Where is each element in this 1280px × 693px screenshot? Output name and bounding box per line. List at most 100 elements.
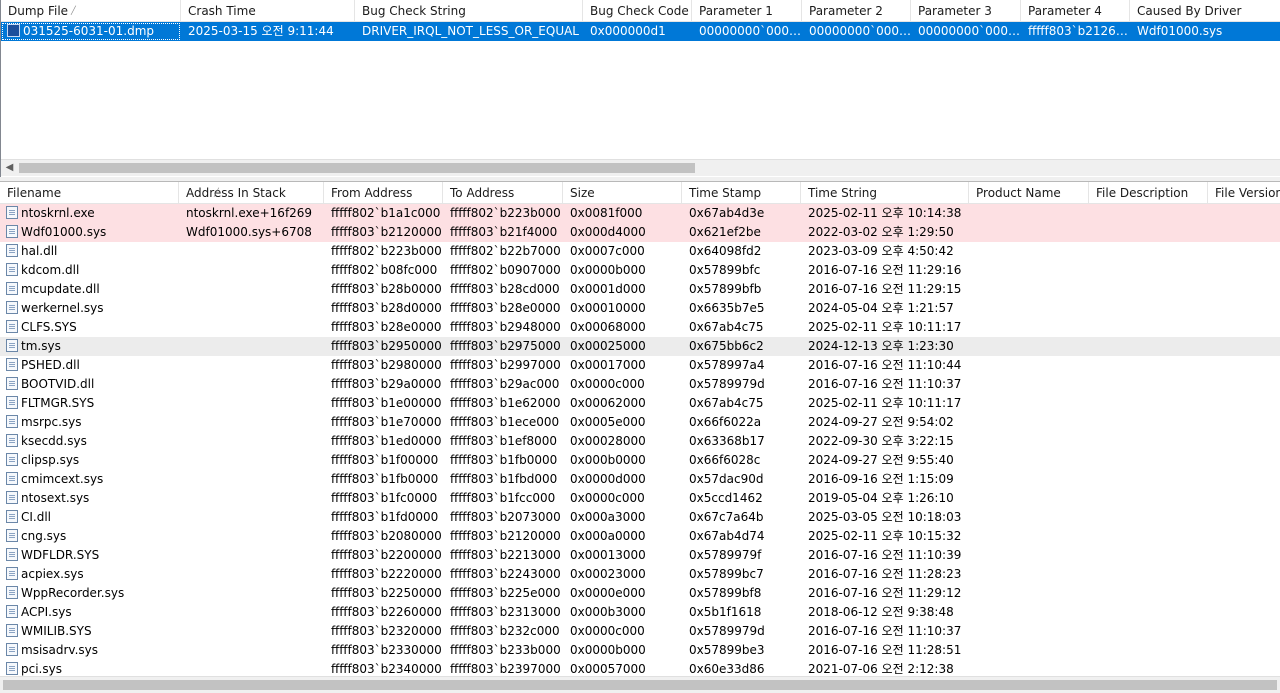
module-file-icon — [6, 586, 18, 599]
top-col-bug-check-string[interactable]: Bug Check String — [355, 0, 583, 22]
dump-list-hscrollbar[interactable]: ◀ — [1, 159, 1280, 176]
module-file-icon — [6, 339, 18, 352]
cell-text: fffff803`b28cd000 — [450, 282, 560, 296]
cell-text: 2025-03-05 오전 10:18:03 — [808, 510, 962, 524]
bottom-table-row[interactable]: clipsp.sys fffff803`b1f00000 fffff803`b1fb… — [0, 451, 1280, 470]
cell-text: fffff803`b2320000 — [331, 624, 442, 638]
bottom-col-filename[interactable]: Filename — [0, 182, 179, 204]
cell-text: fffff803`b1fb0000 — [331, 472, 439, 486]
cell-time-stamp: 0x57899bf8 — [682, 584, 801, 603]
scroll-left-arrow-icon[interactable]: ◀ — [1, 160, 18, 176]
dump-list-scroll-thumb[interactable] — [19, 163, 695, 173]
cell-text: fffff803`b2120000 — [450, 529, 561, 543]
bottom-table-row[interactable]: WppRecorder.sys fffff803`b2250000 fffff803… — [0, 584, 1280, 603]
bottom-table-row[interactable]: ntoskrnl.exe ntoskrnl.exe+16f269 fffff802`… — [0, 204, 1280, 223]
cell-address-in-stack — [179, 470, 324, 489]
cell-filename: Wdf01000.sys — [0, 223, 179, 242]
cell-text: ntosext.sys — [21, 491, 90, 505]
bottom-col-size[interactable]: Size — [563, 182, 682, 204]
bottom-table-row[interactable]: CI.dll fffff803`b1fd0000 fffff803`b2073000… — [0, 508, 1280, 527]
bottom-table-row[interactable]: kdcom.dll fffff802`b08fc000 fffff802`b0907… — [0, 261, 1280, 280]
cell-text: 0x000b3000 — [570, 605, 646, 619]
bottom-table-row[interactable]: ACPI.sys fffff803`b2260000 fffff803`b23130… — [0, 603, 1280, 622]
top-col-dump-file[interactable]: Dump File ╱ — [1, 0, 181, 22]
cell-text: 0x000a0000 — [570, 529, 646, 543]
bottom-table-row[interactable]: tm.sys fffff803`b2950000 fffff803`b2975000… — [0, 337, 1280, 356]
bottom-col-product-name[interactable]: Product Name — [969, 182, 1089, 204]
cell-file-description — [1089, 451, 1208, 470]
bottom-table-row[interactable]: acpiex.sys fffff803`b2220000 fffff803`b224… — [0, 565, 1280, 584]
bottom-col-file-version[interactable]: File Version — [1208, 182, 1280, 204]
cell-text: 2025-02-11 오후 10:15:32 — [808, 529, 962, 543]
top-col-parameter-2[interactable]: Parameter 2 — [802, 0, 911, 22]
bottom-col-time-stamp[interactable]: Time Stamp — [682, 182, 801, 204]
cell-caused-by-driver: Wdf01000.sys — [1130, 22, 1280, 41]
module-file-icon — [6, 529, 18, 542]
bottom-table-row[interactable]: WMILIB.SYS fffff803`b2320000 fffff803`b232… — [0, 622, 1280, 641]
bottom-col-address-in-stack[interactable]: Address In Stack ╱ — [179, 182, 324, 204]
bottom-table-row[interactable]: cng.sys fffff803`b2080000 fffff803`b212000… — [0, 527, 1280, 546]
cell-text: 2023-03-09 오후 4:50:42 — [808, 244, 954, 258]
bottom-table-row[interactable]: WDFLDR.SYS fffff803`b2200000 fffff803`b221… — [0, 546, 1280, 565]
bottom-table-row[interactable]: msisadrv.sys fffff803`b2330000 fffff803`b2… — [0, 641, 1280, 660]
cell-time-stamp: 0x67ab4c75 — [682, 394, 801, 413]
cell-address-in-stack — [179, 546, 324, 565]
top-col-parameter-1[interactable]: Parameter 1 — [692, 0, 802, 22]
cell-text: 0x0000b000 — [570, 643, 646, 657]
top-col-caused-by-driver[interactable]: Caused By Driver — [1130, 0, 1280, 22]
bottom-table-row[interactable]: ksecdd.sys fffff803`b1ed0000 fffff803`b1ef… — [0, 432, 1280, 451]
cell-text: 0x000000d1 — [590, 24, 666, 38]
cell-from-address: fffff803`b2220000 — [324, 565, 443, 584]
bottom-col-from-address[interactable]: From Address — [324, 182, 443, 204]
cell-time-stamp: 0x64098fd2 — [682, 242, 801, 261]
cell-to-address: fffff803`b2120000 — [443, 527, 563, 546]
bottom-table-row[interactable]: werkernel.sys fffff803`b28d0000 fffff803`b… — [0, 299, 1280, 318]
cell-text: fffff803`b2120000 — [331, 225, 442, 239]
top-col-parameter-3[interactable]: Parameter 3 — [911, 0, 1021, 22]
module-file-icon — [6, 548, 18, 561]
module-list-scroll-thumb[interactable] — [3, 680, 1277, 690]
cell-time-string: 2024-09-27 오전 9:55:40 — [801, 451, 969, 470]
bottom-col-time-string[interactable]: Time String — [801, 182, 969, 204]
cell-file-version — [1208, 470, 1280, 489]
cell-from-address: fffff803`b28d0000 — [324, 299, 443, 318]
bottom-col-to-address[interactable]: To Address — [443, 182, 563, 204]
bottom-table-row[interactable]: PSHED.dll fffff803`b2980000 fffff803`b2997… — [0, 356, 1280, 375]
bottom-table-row[interactable]: CLFS.SYS fffff803`b28e0000 fffff803`b29480… — [0, 318, 1280, 337]
cell-text: werkernel.sys — [21, 301, 104, 315]
bottom-table-row[interactable]: mcupdate.dll fffff803`b28b0000 fffff803`b2… — [0, 280, 1280, 299]
cell-from-address: fffff802`b08fc000 — [324, 261, 443, 280]
bottom-table-row[interactable]: cmimcext.sys fffff803`b1fb0000 fffff803`b1… — [0, 470, 1280, 489]
cell-product-name — [969, 394, 1089, 413]
bottom-table-row[interactable]: FLTMGR.SYS fffff803`b1e00000 fffff803`b1e6… — [0, 394, 1280, 413]
cell-text: fffff802`b0907000 — [450, 263, 561, 277]
bottom-table-row[interactable]: msrpc.sys fffff803`b1e70000 fffff803`b1ece… — [0, 413, 1280, 432]
cell-from-address: fffff803`b2120000 — [324, 223, 443, 242]
bottom-table-row[interactable]: Wdf01000.sys Wdf01000.sys+6708 fffff803`b2… — [0, 223, 1280, 242]
cell-text: fffff803`b2997000 — [450, 358, 561, 372]
module-list-hscrollbar[interactable] — [0, 676, 1280, 693]
top-col-bug-check-code[interactable]: Bug Check Code — [583, 0, 692, 22]
cell-from-address: fffff803`b1e70000 — [324, 413, 443, 432]
cell-text: 0x000b0000 — [570, 453, 646, 467]
top-col-crash-time[interactable]: Crash Time — [181, 0, 355, 22]
cell-size: 0x000b0000 — [563, 451, 682, 470]
column-label: Time String — [808, 186, 877, 200]
cell-text: acpiex.sys — [21, 567, 84, 581]
cell-to-address: fffff803`b1fbd000 — [443, 470, 563, 489]
cell-parameter-3: 00000000`0000... — [911, 22, 1021, 41]
cell-text: fffff803`b2950000 — [331, 339, 442, 353]
top-col-parameter-4[interactable]: Parameter 4 — [1021, 0, 1130, 22]
cell-filename: cng.sys — [0, 527, 179, 546]
cell-time-stamp: 0x63368b17 — [682, 432, 801, 451]
bottom-col-file-description[interactable]: File Description — [1089, 182, 1208, 204]
cell-from-address: fffff803`b1e00000 — [324, 394, 443, 413]
top-table-row[interactable]: 031525-6031-01.dmp 2025-03-15 오전 9:11:44 D… — [1, 22, 1280, 41]
bottom-table-row[interactable]: BOOTVID.dll fffff803`b29a0000 fffff803`b29… — [0, 375, 1280, 394]
module-file-icon — [6, 206, 18, 219]
column-label: Crash Time — [188, 4, 256, 18]
cell-to-address: fffff803`b1ef8000 — [443, 432, 563, 451]
bottom-table-row[interactable]: ntosext.sys fffff803`b1fc0000 fffff803`b1f… — [0, 489, 1280, 508]
bottom-table-row[interactable]: hal.dll fffff802`b223b000 fffff802`b22b700… — [0, 242, 1280, 261]
cell-from-address: fffff803`b1fc0000 — [324, 489, 443, 508]
